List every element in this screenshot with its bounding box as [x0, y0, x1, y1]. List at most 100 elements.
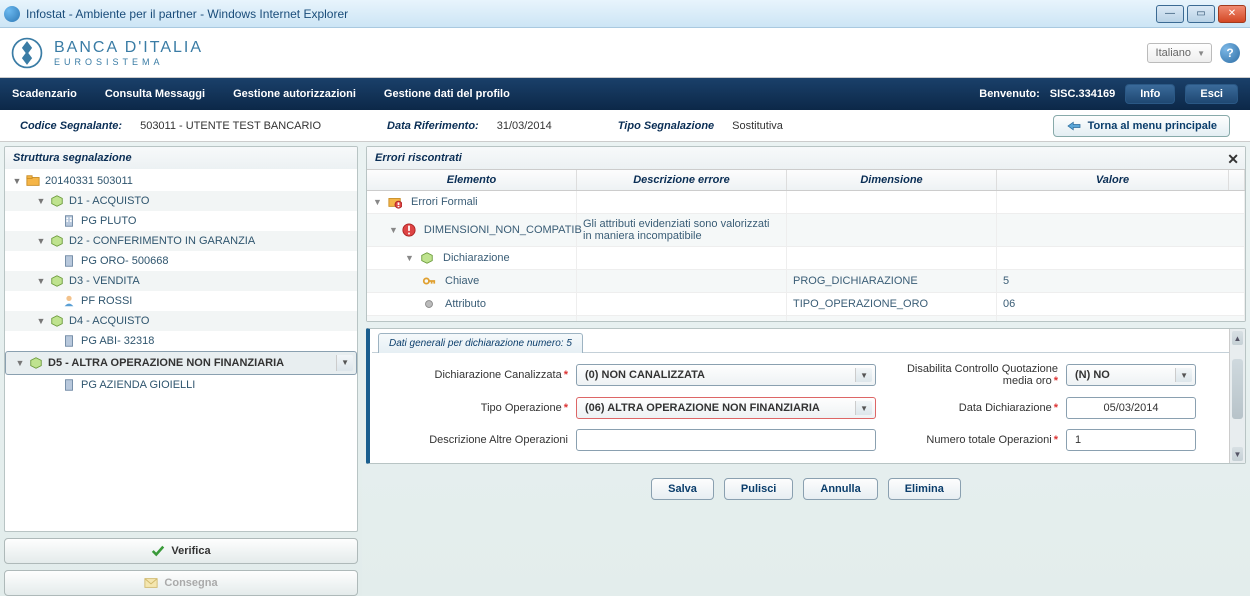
scroll-thumb[interactable] — [1232, 359, 1243, 419]
elimina-button[interactable]: Elimina — [888, 478, 961, 500]
language-selector[interactable]: Italiano — [1147, 43, 1212, 63]
error-row[interactable]: ▼Errori Formali — [367, 191, 1245, 214]
errors-panel-title: Errori riscontrati — [367, 147, 1245, 169]
verify-button[interactable]: Verifica — [4, 538, 358, 564]
building-icon — [61, 378, 77, 392]
col-dimensione: Dimensione — [787, 170, 997, 190]
annulla-button[interactable]: Annulla — [803, 478, 877, 500]
tree-node-d2[interactable]: ▼D2 - CONFERIMENTO IN GARANZIA — [5, 231, 357, 251]
data-riferimento-value: 31/03/2014 — [497, 120, 552, 132]
tree-leaf-d5[interactable]: PG AZIENDA GIOIELLI — [5, 375, 357, 395]
bank-logo-icon — [10, 36, 44, 70]
nav-consulta-messaggi[interactable]: Consulta Messaggi — [105, 88, 205, 100]
info-strip: Codice Segnalante: 503011 - UTENTE TEST … — [0, 110, 1250, 142]
window-maximize-button[interactable]: ▭ — [1187, 5, 1215, 23]
disabilita-label: Disabilita Controllo Quotazione media or… — [876, 363, 1066, 387]
building-icon — [61, 334, 77, 348]
tipo-op-select[interactable]: (06) ALTRA OPERAZIONE NON FINANZIARIA — [576, 397, 876, 419]
logo-bar: BANCA D'ITALIA EUROSISTEMA Italiano ? — [0, 28, 1250, 78]
nav-gestione-dati-profilo[interactable]: Gestione dati del profilo — [384, 88, 510, 100]
codice-segnalante-value: 503011 - UTENTE TEST BANCARIO — [140, 120, 321, 132]
col-elemento: Elemento — [367, 170, 577, 190]
error-row[interactable]: AttributoTIPO_OPERAZIONE_ORO06 — [367, 293, 1245, 316]
envelope-icon — [144, 576, 158, 590]
window-minimize-button[interactable]: — — [1156, 5, 1184, 23]
tree-panel-title: Struttura segnalazione — [5, 147, 357, 169]
descr-altre-input[interactable] — [576, 429, 876, 451]
error-row[interactable]: ChiavePROG_DICHIARAZIONE5 — [367, 270, 1245, 293]
folder-err-icon — [387, 195, 403, 209]
error-row[interactable]: AttributoDESCR_ALTRE_OPNA — [367, 316, 1245, 321]
alert-icon — [402, 223, 416, 237]
dot-icon — [421, 297, 437, 311]
folder-icon — [25, 174, 41, 188]
cube-icon — [28, 356, 44, 370]
error-row[interactable]: ▼Dichiarazione — [367, 247, 1245, 270]
main-navbar: Scadenzario Consulta Messaggi Gestione a… — [0, 78, 1250, 110]
tree-root[interactable]: ▼20140331 503011 — [5, 171, 357, 191]
data-riferimento-label: Data Riferimento: — [387, 120, 479, 132]
window-close-button[interactable]: ✕ — [1218, 5, 1246, 23]
error-grid-header: Elemento Descrizione errore Dimensione V… — [367, 170, 1245, 191]
tree-leaf-d3[interactable]: PF ROSSI — [5, 291, 357, 311]
person-icon — [61, 294, 77, 308]
tree-node-d4[interactable]: ▼D4 - ACQUISTO — [5, 311, 357, 331]
cube-icon — [49, 194, 65, 208]
cube-icon — [49, 274, 65, 288]
window-titlebar: Infostat - Ambiente per il partner - Win… — [0, 0, 1250, 28]
arrow-left-icon — [1066, 120, 1082, 132]
errors-panel: Errori riscontrati ✕ Elemento Descrizion… — [366, 146, 1246, 322]
error-grid-body: ▼Errori Formali▼DIMENSIONI_NON_COMPATIBG… — [367, 191, 1245, 321]
tipo-segnalazione-value: Sostitutiva — [732, 120, 783, 132]
descr-altre-label: Descrizione Altre Operazioni — [376, 434, 576, 446]
tree-leaf-d4[interactable]: PG ABI- 32318 — [5, 331, 357, 351]
form-tab[interactable]: Dati generali per dichiarazione numero: … — [378, 333, 583, 353]
key-icon — [421, 274, 437, 288]
col-descrizione: Descrizione errore — [577, 170, 787, 190]
nav-scadenzario[interactable]: Scadenzario — [12, 88, 77, 100]
dich-canal-label: Dichiarazione Canalizzata* — [376, 369, 576, 381]
tree-node-d5[interactable]: ▼D5 - ALTRA OPERAZIONE NON FINANZIARIA — [5, 351, 357, 375]
pulisci-button[interactable]: Pulisci — [724, 478, 793, 500]
scroll-up-icon[interactable]: ▲ — [1232, 331, 1243, 345]
tree-leaf-d2[interactable]: PG ORO- 500668 — [5, 251, 357, 271]
num-op-label: Numero totale Operazioni* — [876, 434, 1066, 446]
window-title: Infostat - Ambiente per il partner - Win… — [26, 7, 1156, 21]
exit-button[interactable]: Esci — [1185, 84, 1238, 104]
tipo-op-label: Tipo Operazione* — [376, 402, 576, 414]
data-dich-label: Data Dichiarazione* — [876, 402, 1066, 414]
form-button-row: Salva Pulisci Annulla Elimina — [366, 470, 1246, 502]
cube-icon — [49, 314, 65, 328]
nav-gestione-autorizzazioni[interactable]: Gestione autorizzazioni — [233, 88, 356, 100]
codice-segnalante-label: Codice Segnalante: — [20, 120, 122, 132]
building-icon — [61, 254, 77, 268]
close-icon[interactable]: ✕ — [1227, 151, 1239, 168]
back-to-main-button[interactable]: Torna al menu principale — [1053, 115, 1230, 137]
tree-node-d3[interactable]: ▼D3 - VENDITA — [5, 271, 357, 291]
tipo-segnalazione-label: Tipo Segnalazione — [618, 120, 714, 132]
welcome-user: SISC.334169 — [1050, 88, 1115, 100]
tree-leaf-d1[interactable]: PG PLUTO — [5, 211, 357, 231]
info-button[interactable]: Info — [1125, 84, 1175, 104]
cube-icon — [49, 234, 65, 248]
salva-button[interactable]: Salva — [651, 478, 714, 500]
scroll-down-icon[interactable]: ▼ — [1232, 447, 1243, 461]
deliver-button[interactable]: Consegna — [4, 570, 358, 596]
dich-canal-select[interactable]: (0) NON CANALIZZATA — [576, 364, 876, 386]
cube-icon — [419, 251, 435, 265]
form-panel: Dati generali per dichiarazione numero: … — [366, 328, 1246, 464]
dot-icon — [421, 320, 437, 321]
form-scrollbar[interactable]: ▲ ▼ — [1229, 329, 1245, 463]
tree-node-d1[interactable]: ▼D1 - ACQUISTO — [5, 191, 357, 211]
eurosystem-label: EUROSISTEMA — [54, 57, 203, 67]
structure-tree: ▼20140331 503011 ▼D1 - ACQUISTO PG PLUTO… — [5, 169, 357, 397]
building-icon — [61, 214, 77, 228]
disabilita-select[interactable]: (N) NO — [1066, 364, 1196, 386]
num-op-input[interactable]: 1 — [1066, 429, 1196, 451]
help-icon[interactable]: ? — [1220, 43, 1240, 63]
data-dich-input[interactable]: 05/03/2014 — [1066, 397, 1196, 419]
error-row[interactable]: ▼DIMENSIONI_NON_COMPATIBGli attributi ev… — [367, 214, 1245, 247]
bank-name: BANCA D'ITALIA — [54, 39, 203, 57]
welcome-label: Benvenuto: — [979, 88, 1040, 100]
col-valore: Valore — [997, 170, 1229, 190]
